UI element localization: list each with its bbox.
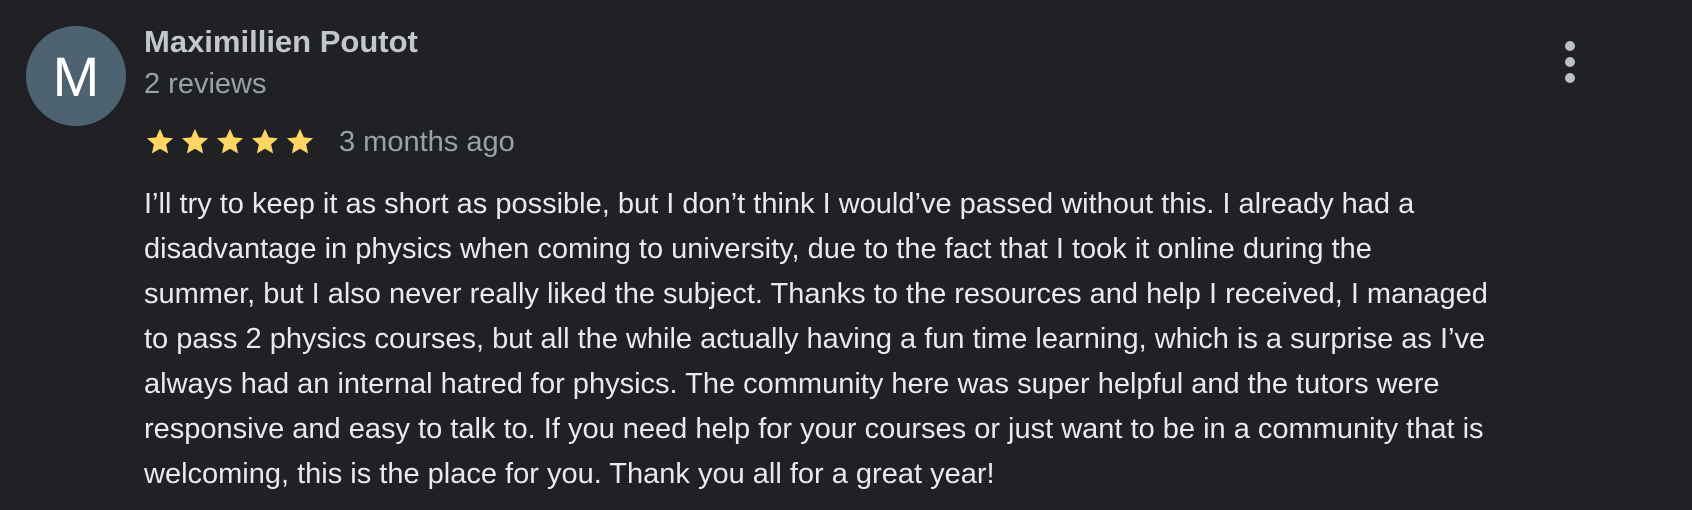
avatar[interactable]: M (26, 26, 126, 126)
star-icon (249, 126, 284, 158)
star-icon (284, 126, 319, 158)
review-text: I’ll try to keep it as short as possible… (144, 182, 1674, 497)
review-text-line: I’ll try to keep it as short as possible… (144, 188, 1415, 220)
review-card: M Maximillien Poutot 2 reviews 3 months … (0, 0, 1692, 510)
avatar-letter: M (52, 44, 100, 108)
review-text-line: to pass 2 physics courses, but all the w… (144, 323, 1486, 355)
review-text-line: summer, but I also never really liked th… (144, 278, 1488, 310)
review-text-line: always had an internal hatred for physic… (144, 368, 1440, 400)
rating-row: 3 months ago (144, 122, 515, 162)
star-rating (144, 126, 319, 158)
star-icon (214, 126, 249, 158)
review-count[interactable]: 2 reviews (144, 68, 267, 101)
more-vert-icon (1565, 41, 1575, 51)
review-text-line: disadvantage in physics when coming to u… (144, 233, 1372, 265)
more-options-button[interactable] (1552, 36, 1588, 88)
author-name[interactable]: Maximillien Poutot (144, 24, 418, 60)
review-text-line: responsive and easy to talk to. If you n… (144, 413, 1484, 445)
star-icon (179, 126, 214, 158)
review-date: 3 months ago (339, 125, 515, 158)
review-text-line: welcoming, this is the place for you. Th… (144, 458, 995, 490)
star-icon (144, 126, 179, 158)
